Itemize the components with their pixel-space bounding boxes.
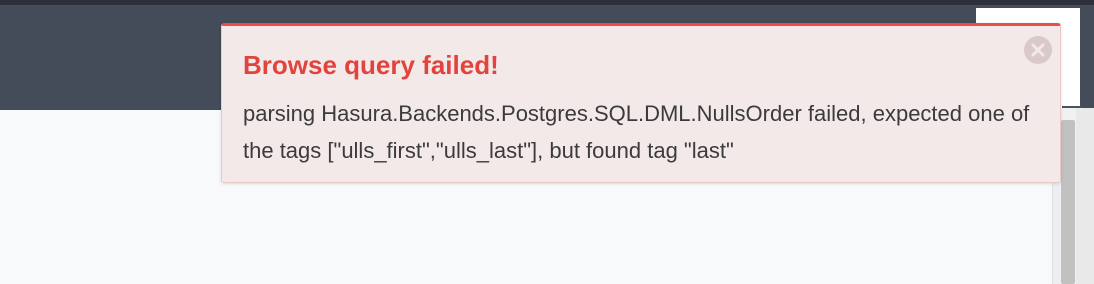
error-notification: Browse query failed! parsing Hasura.Back…: [221, 23, 1061, 183]
app-page: Browse query failed! parsing Hasura.Back…: [0, 0, 1094, 284]
close-circle-icon: [1031, 43, 1045, 57]
notification-title: Browse query failed!: [243, 50, 499, 80]
notification-message: parsing Hasura.Backends.Postgres.SQL.DML…: [243, 101, 1030, 163]
scrollbar-thumb[interactable]: [1061, 120, 1075, 284]
close-notification-button[interactable]: [1024, 36, 1052, 64]
scrollbar-gutter: [1076, 108, 1094, 284]
